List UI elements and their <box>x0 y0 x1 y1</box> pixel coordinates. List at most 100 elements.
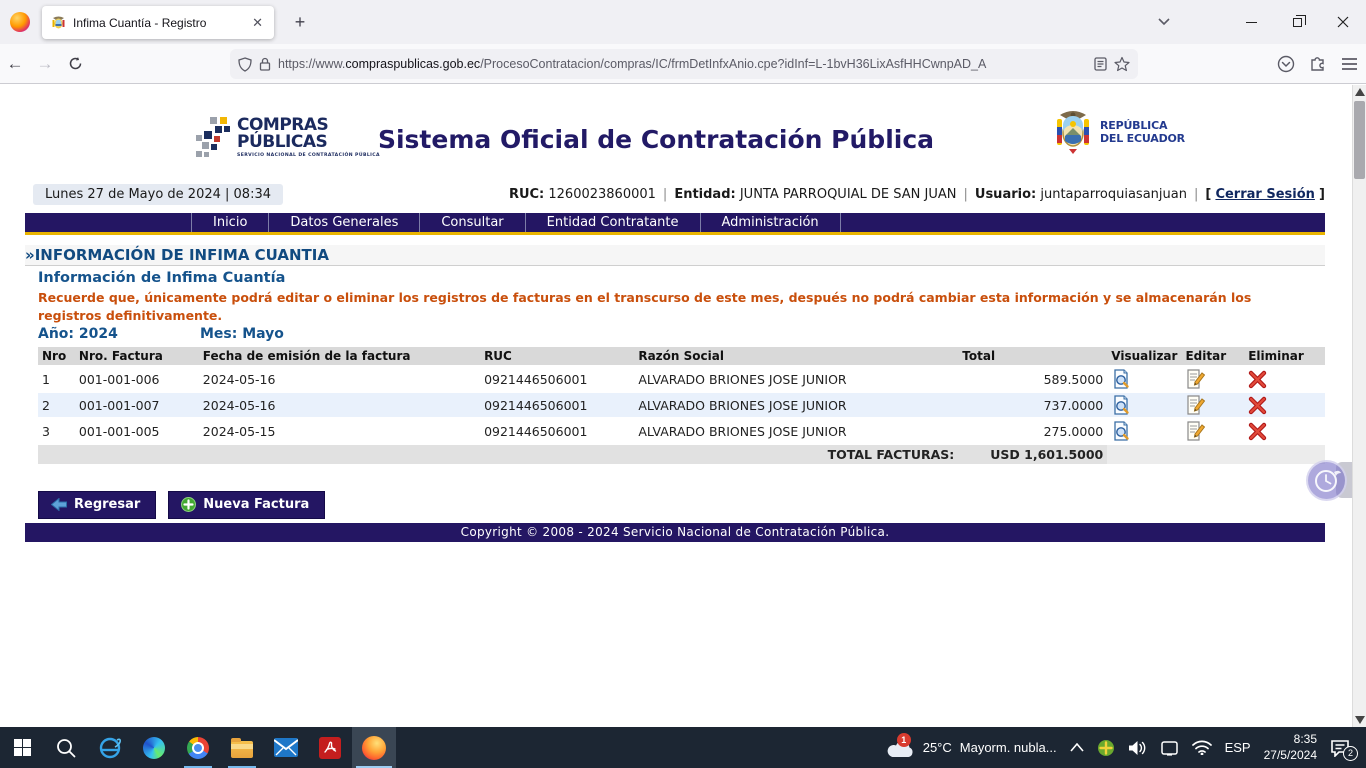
total-row: TOTAL FACTURAS: USD 1,601.5000 <box>38 445 1325 464</box>
col-factura: Nro. Factura <box>75 347 199 365</box>
language-indicator[interactable]: ESP <box>1225 740 1251 755</box>
scrollbar-thumb[interactable] <box>1354 101 1365 179</box>
total-facturas-value: USD 1,601.5000 <box>958 445 1107 464</box>
col-editar: Editar <box>1181 347 1244 365</box>
total-facturas-label: TOTAL FACTURAS: <box>634 445 958 464</box>
firefox-taskbar-icon[interactable] <box>352 727 396 768</box>
usuario-label: Usuario: <box>975 187 1036 202</box>
action-center-button[interactable]: 2 <box>1330 739 1356 757</box>
menu-datos-generales[interactable]: Datos Generales <box>268 213 419 232</box>
tray-clock[interactable]: 8:35 27/5/2024 <box>1264 732 1317 763</box>
reader-mode-icon[interactable] <box>1094 57 1107 71</box>
datetime-label: Lunes 27 de Mayo de 2024 | 08:34 <box>33 184 283 205</box>
search-button[interactable] <box>44 727 88 768</box>
facturas-table: Nro Nro. Factura Fecha de emisión de la … <box>38 345 1325 466</box>
eliminar-icon[interactable] <box>1244 419 1325 443</box>
shield-icon[interactable] <box>238 57 252 72</box>
window-close-button[interactable] <box>1320 0 1366 44</box>
col-fecha: Fecha de emisión de la factura <box>199 347 480 365</box>
antivirus-tray-icon[interactable] <box>1097 739 1115 757</box>
nueva-factura-button[interactable]: Nueva Factura <box>168 491 325 519</box>
browser-tab-strip: Infima Cuantía - Registro ✕ + <box>0 0 1366 44</box>
section-title: Información de Infima Cuantía <box>38 270 285 286</box>
visualizar-icon[interactable] <box>1107 393 1181 417</box>
table-row: 3 001-001-005 2024-05-15 0921446506001 A… <box>38 419 1325 443</box>
forward-button[interactable]: → <box>30 50 60 78</box>
tab-close-icon[interactable]: ✕ <box>250 15 265 31</box>
menu-administracion[interactable]: Administración <box>700 213 841 232</box>
scroll-down-arrow-icon[interactable] <box>1355 716 1365 724</box>
ruc-value: 1260023860001 <box>548 187 656 202</box>
wifi-icon[interactable] <box>1192 740 1212 755</box>
clock-icon <box>1312 466 1342 496</box>
browser-tab[interactable]: Infima Cuantía - Registro ✕ <box>42 6 274 39</box>
col-eliminar: Eliminar <box>1244 347 1325 365</box>
col-razon: Razón Social <box>634 347 958 365</box>
menu-consultar[interactable]: Consultar <box>419 213 524 232</box>
scroll-up-arrow-icon[interactable] <box>1355 88 1365 96</box>
ruc-label: RUC: <box>509 187 544 202</box>
entidad-label: Entidad: <box>674 187 735 202</box>
new-tab-button[interactable]: + <box>288 11 312 35</box>
pocket-icon[interactable] <box>1277 55 1295 73</box>
editar-icon[interactable] <box>1181 367 1244 391</box>
weather-desc: Mayorm. nubla... <box>960 740 1057 755</box>
warning-text: Recuerde que, únicamente podrá editar o … <box>38 289 1302 325</box>
editar-icon[interactable] <box>1181 393 1244 417</box>
regresar-button[interactable]: Regresar <box>38 491 156 519</box>
visualizar-icon[interactable] <box>1107 367 1181 391</box>
hamburger-menu-icon[interactable] <box>1341 57 1358 71</box>
editar-icon[interactable] <box>1181 419 1244 443</box>
url-bar[interactable]: https://www.compraspublicas.gob.ec/Proce… <box>230 49 1138 79</box>
window-minimize-button[interactable] <box>1228 0 1274 44</box>
chrome-icon[interactable] <box>176 727 220 768</box>
table-row: 1 001-001-006 2024-05-16 0921446506001 A… <box>38 367 1325 391</box>
session-info-bar: Lunes 27 de Mayo de 2024 | 08:34 RUC: 12… <box>25 182 1325 206</box>
usuario-value: juntaparroquiasanjuan <box>1040 187 1187 202</box>
tablet-mode-icon[interactable] <box>1160 740 1179 756</box>
back-button[interactable]: ← <box>0 50 30 78</box>
tab-title: Infima Cuantía - Registro <box>73 16 243 30</box>
list-tabs-chevron-icon[interactable] <box>1156 13 1172 29</box>
url-text[interactable]: https://www.compraspublicas.gob.ec/Proce… <box>278 57 1087 71</box>
col-nro: Nro <box>38 347 75 365</box>
tray-chevron-up-icon[interactable] <box>1070 743 1084 752</box>
screen-time-widget[interactable] <box>1306 460 1347 501</box>
logout-link[interactable]: Cerrar Sesión <box>1215 187 1314 202</box>
tray-date: 27/5/2024 <box>1264 748 1317 764</box>
file-explorer-icon[interactable] <box>220 727 264 768</box>
edge-icon[interactable] <box>132 727 176 768</box>
eliminar-icon[interactable] <box>1244 393 1325 417</box>
firefox-logo-icon <box>10 12 30 32</box>
bookmark-star-icon[interactable] <box>1114 56 1130 72</box>
entidad-value: JUNTA PARROQUIAL DE SAN JUAN <box>740 187 957 202</box>
ecuador-favicon-icon <box>51 15 66 30</box>
acrobat-icon[interactable] <box>308 727 352 768</box>
start-button[interactable] <box>0 727 44 768</box>
page-scrollbar[interactable] <box>1352 85 1366 727</box>
weather-temp: 25°C <box>923 740 952 755</box>
mail-icon[interactable] <box>264 727 308 768</box>
extensions-puzzle-icon[interactable] <box>1309 55 1327 73</box>
ecuador-coat-of-arms-icon <box>1052 109 1094 157</box>
menu-inicio[interactable]: Inicio <box>191 213 268 232</box>
reload-button[interactable] <box>60 50 90 78</box>
col-visualizar: Visualizar <box>1107 347 1181 365</box>
tray-time: 8:35 <box>1264 732 1317 748</box>
notification-count-badge: 2 <box>1343 746 1358 761</box>
back-arrow-icon <box>51 498 67 511</box>
eliminar-icon[interactable] <box>1244 367 1325 391</box>
table-header-row: Nro Nro. Factura Fecha de emisión de la … <box>38 347 1325 365</box>
month-label: Mes: Mayo <box>200 326 284 342</box>
weather-widget[interactable]: 1 25°C Mayorm. nubla... <box>887 738 1057 758</box>
menu-entidad-contratante[interactable]: Entidad Contratante <box>525 213 700 232</box>
breadcrumb: »INFORMACIÓN DE INFIMA CUANTIA <box>25 245 1325 266</box>
visualizar-icon[interactable] <box>1107 419 1181 443</box>
window-restore-button[interactable] <box>1274 0 1320 44</box>
volume-icon[interactable] <box>1128 740 1147 756</box>
main-menu: Inicio Datos Generales Consultar Entidad… <box>25 213 1325 235</box>
republica-ecuador-logo: REPÚBLICA DEL ECUADOR <box>1052 109 1185 157</box>
copyright-footer: Copyright © 2008 - 2024 Servicio Naciona… <box>25 523 1325 542</box>
lock-icon[interactable] <box>259 57 271 71</box>
internet-explorer-icon[interactable] <box>88 727 132 768</box>
